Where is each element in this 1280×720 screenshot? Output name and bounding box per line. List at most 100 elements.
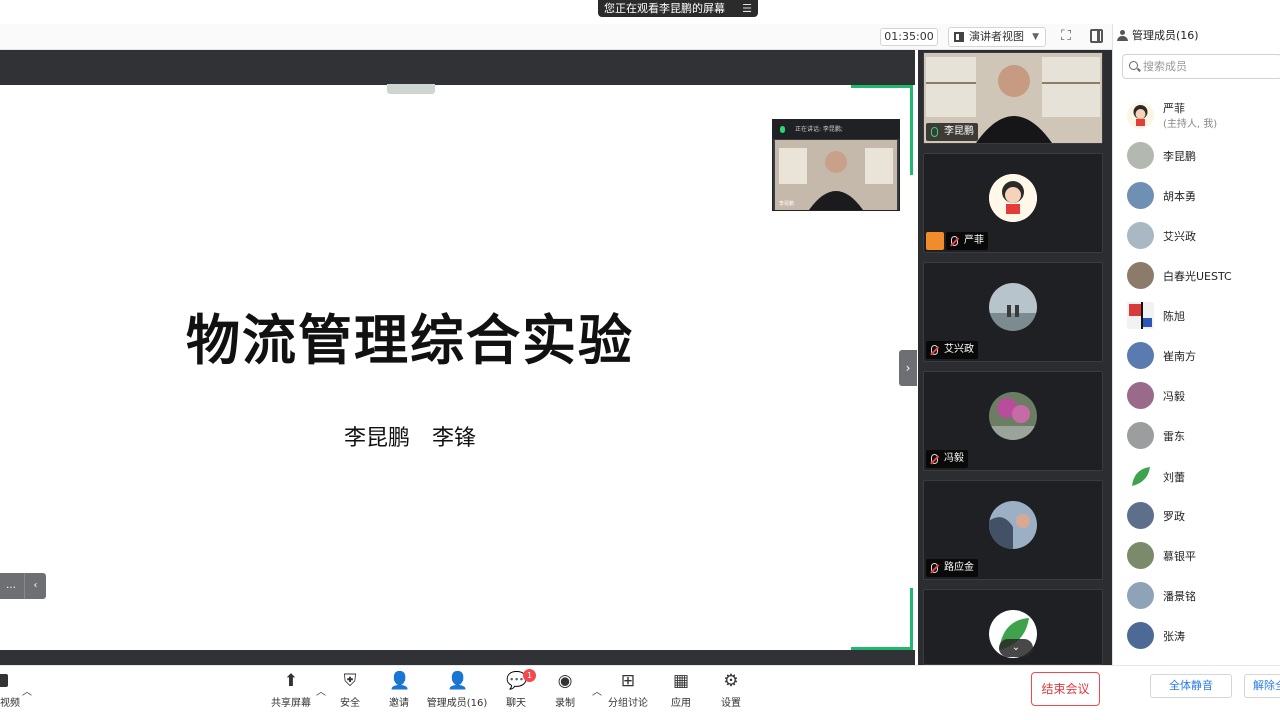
video-tile-label: 冯毅 <box>926 450 968 468</box>
list-icon[interactable]: ☰ <box>742 0 752 17</box>
member-name: 崔南方 <box>1163 350 1196 363</box>
member-avatar <box>1127 342 1154 369</box>
slide-nav-more[interactable]: … <box>0 573 22 599</box>
member-avatar <box>1127 502 1154 529</box>
mute-all-button[interactable]: 全体静音 <box>1150 674 1232 698</box>
member-row[interactable]: 严菲 (主持人, 我) <box>1126 100 1276 132</box>
flowers-avatar-icon <box>989 392 1037 440</box>
end-meeting-button[interactable]: 结束会议 <box>1031 672 1100 706</box>
member-name: 胡本勇 <box>1163 190 1196 203</box>
security-button[interactable]: ⛨ 安全 <box>322 669 378 713</box>
top-toolbar <box>0 24 1112 50</box>
record-icon: ◉ <box>557 671 573 691</box>
landscape-avatar-icon <box>989 283 1037 331</box>
member-avatar <box>1127 262 1154 289</box>
microphone-icon <box>780 126 785 133</box>
speaker-header: 正在讲话: 李昆鹏; <box>773 120 899 139</box>
breakout-button[interactable]: ⊞ 分组讨论 <box>600 669 656 713</box>
member-row[interactable]: 冯毅 <box>1126 380 1276 412</box>
member-avatar <box>1127 102 1154 129</box>
member-row[interactable]: 慕银平 <box>1126 540 1276 572</box>
fullscreen-icon[interactable]: ⛶ <box>1058 28 1074 44</box>
member-row[interactable]: 潘景铭 <box>1126 580 1276 612</box>
gear-icon: ⚙ <box>723 671 739 691</box>
video-button[interactable]: 视频 <box>0 670 22 714</box>
banner-text: 您正在观看李昆鹏的屏幕 <box>604 2 725 15</box>
speaker-view-icon <box>954 32 964 42</box>
screen-share-banner: 您正在观看李昆鹏的屏幕 ☰ <box>598 0 758 17</box>
chevron-up-icon[interactable]: ︿ <box>22 683 32 698</box>
chat-button[interactable]: 💬 1 聊天 <box>488 669 544 713</box>
video-tile-name: 李昆鹏 <box>944 126 974 137</box>
chevron-right-icon[interactable]: › <box>899 350 917 386</box>
side-panel-toggle-icon[interactable] <box>1090 29 1103 43</box>
member-avatar <box>1127 182 1154 209</box>
member-row[interactable]: 艾兴政 <box>1126 220 1276 252</box>
invite-label: 邀请 <box>389 698 409 709</box>
apps-button[interactable]: ▦ 应用 <box>653 669 709 713</box>
mondrian-avatar-icon <box>1129 302 1152 329</box>
participant-avatar <box>989 392 1037 440</box>
share-screen-button[interactable]: ⬆ 共享屏幕 <box>263 669 319 713</box>
mic-muted-icon <box>951 236 958 246</box>
video-tile[interactable]: 严菲 <box>923 153 1103 253</box>
video-tile-label: 艾兴政 <box>926 341 978 359</box>
member-avatar <box>1127 542 1154 569</box>
search-icon <box>1129 61 1138 70</box>
breakout-icon: ⊞ <box>620 671 636 691</box>
member-name: 罗政 <box>1163 510 1185 523</box>
member-name: 刘蕾 <box>1163 471 1185 484</box>
member-avatar <box>1127 302 1154 329</box>
leaf-avatar-icon <box>1132 467 1150 486</box>
share-border-top <box>851 85 913 88</box>
invite-button[interactable]: 👤 邀请 <box>371 669 427 713</box>
video-tile[interactable]: 路应金 <box>923 480 1103 580</box>
video-tile[interactable]: 艾兴政 <box>923 262 1103 362</box>
member-avatar <box>1127 422 1154 449</box>
photo-avatar-icon <box>989 501 1037 549</box>
video-tile-name: 艾兴政 <box>944 344 974 355</box>
member-search-input[interactable]: 搜索成员 <box>1122 54 1280 79</box>
host-icon <box>926 232 944 250</box>
cartoon-girl-avatar-icon <box>1133 105 1148 126</box>
video-tile-name: 路应金 <box>944 562 974 573</box>
speaker-header-text: 正在讲话: 李昆鹏; <box>795 126 843 133</box>
microphone-icon <box>931 127 938 137</box>
member-row[interactable]: 罗政 <box>1126 500 1276 532</box>
chevron-down-icon[interactable]: ⌄ <box>999 639 1033 657</box>
member-row[interactable]: 李昆鹏 <box>1126 140 1276 172</box>
video-tile[interactable]: 冯毅 <box>923 371 1103 471</box>
member-row[interactable]: 白春光UESTC <box>1126 260 1276 292</box>
video-tile[interactable]: 李昆鹏 <box>923 52 1103 144</box>
share-border-bottom <box>851 647 913 650</box>
settings-button[interactable]: ⚙ 设置 <box>703 669 759 713</box>
mic-muted-icon <box>931 345 938 355</box>
slide-nav[interactable]: … ‹ <box>0 573 46 599</box>
member-row[interactable]: 崔南方 <box>1126 340 1276 372</box>
share-border-right-top <box>910 85 913 175</box>
panel-title: 管理成员(16) <box>1132 29 1199 42</box>
member-row[interactable]: 张涛 <box>1126 620 1276 652</box>
slide-authors: 李昆鹏 李锋 <box>343 426 476 451</box>
member-row[interactable]: 雷东 <box>1126 420 1276 452</box>
view-mode-select[interactable]: 演讲者视图 ▼ <box>948 27 1046 47</box>
member-row[interactable]: 陈旭 <box>1126 300 1276 332</box>
chevron-left-icon[interactable]: ‹ <box>24 573 46 599</box>
unmute-all-button[interactable]: 解除全 <box>1244 674 1280 698</box>
active-speaker-video[interactable]: 正在讲话: 李昆鹏; 李昆鹏 <box>772 119 900 211</box>
member-name: 艾兴政 <box>1163 230 1196 243</box>
video-tile-label: 李昆鹏 <box>926 123 978 141</box>
participant-avatar <box>989 174 1037 222</box>
member-avatar <box>1127 222 1154 249</box>
manage-members-button[interactable]: 👤 管理成员(16) <box>425 669 489 713</box>
record-button[interactable]: ◉ 录制 <box>537 669 593 713</box>
search-placeholder: 搜索成员 <box>1143 60 1187 73</box>
mic-muted-icon <box>931 454 938 464</box>
share-screen-label: 共享屏幕 <box>271 698 311 709</box>
shield-icon: ⛨ <box>343 671 357 691</box>
member-row[interactable]: 刘蕾 <box>1126 461 1276 493</box>
participant-avatar <box>989 501 1037 549</box>
share-border-right-bottom <box>910 588 913 650</box>
member-name: 张涛 <box>1163 630 1185 643</box>
member-row[interactable]: 胡本勇 <box>1126 180 1276 212</box>
